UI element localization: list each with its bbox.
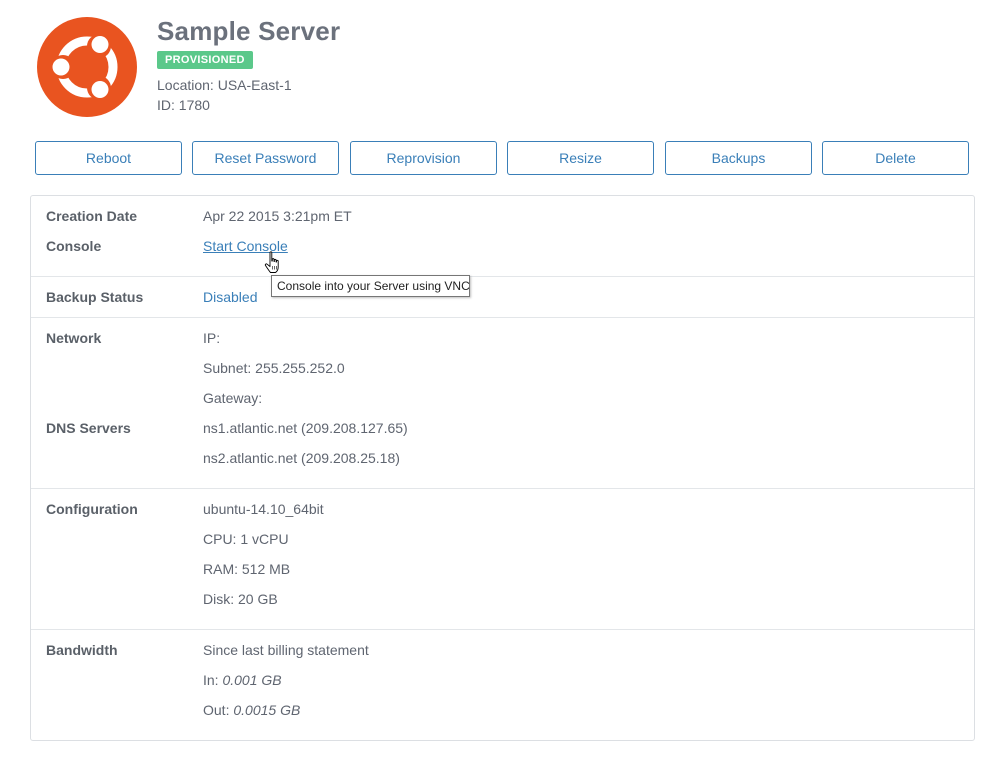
- bandwidth-label: Bandwidth: [46, 642, 118, 658]
- ubuntu-logo-icon: [37, 17, 137, 117]
- creation-date-label: Creation Date: [46, 208, 138, 224]
- divider: [31, 317, 974, 318]
- bandwidth-out-label: Out:: [203, 702, 230, 718]
- backups-button[interactable]: Backups: [665, 141, 812, 175]
- gateway-value: Gateway:: [203, 390, 263, 406]
- divider: [31, 488, 974, 489]
- bandwidth-out-value: 0.0015 GB: [233, 702, 301, 718]
- delete-button[interactable]: Delete: [822, 141, 969, 175]
- reset-password-button[interactable]: Reset Password: [192, 141, 339, 175]
- server-name: Sample Server: [157, 16, 341, 46]
- dns-servers-label: DNS Servers: [46, 420, 131, 436]
- hand-pointer-icon: [264, 251, 279, 273]
- resize-button[interactable]: Resize: [507, 141, 654, 175]
- ip-value: IP:: [203, 330, 221, 346]
- server-id: ID: 1780: [157, 97, 210, 113]
- subnet-value: Subnet: 255.255.252.0: [203, 360, 345, 376]
- status-badge: PROVISIONED: [157, 51, 253, 69]
- configuration-label: Configuration: [46, 501, 138, 517]
- backup-status-link[interactable]: Disabled: [203, 289, 257, 305]
- creation-date-value: Apr 22 2015 3:21pm ET: [203, 208, 352, 224]
- dns-server-2: ns2.atlantic.net (209.208.25.18): [203, 450, 400, 466]
- disk-value: Disk: 20 GB: [203, 591, 278, 607]
- bandwidth-in: In: 0.001 GB: [203, 672, 282, 688]
- bandwidth-since: Since last billing statement: [203, 642, 369, 658]
- dns-server-1: ns1.atlantic.net (209.208.127.65): [203, 420, 408, 436]
- console-tooltip: Console into your Server using VNC: [271, 275, 470, 297]
- bandwidth-out: Out: 0.0015 GB: [203, 702, 300, 718]
- bandwidth-in-label: In:: [203, 672, 219, 688]
- divider: [31, 276, 974, 277]
- divider: [31, 629, 974, 630]
- backup-status-label: Backup Status: [46, 289, 144, 305]
- action-toolbar: Reboot Reset Password Reprovision Resize…: [35, 141, 970, 175]
- console-label: Console: [46, 238, 102, 254]
- bandwidth-in-value: 0.001 GB: [222, 672, 282, 688]
- cpu-value: CPU: 1 vCPU: [203, 531, 289, 547]
- os-value: ubuntu-14.10_64bit: [203, 501, 324, 517]
- server-location: Location: USA-East-1: [157, 77, 292, 93]
- ram-value: RAM: 512 MB: [203, 561, 291, 577]
- reprovision-button[interactable]: Reprovision: [350, 141, 497, 175]
- reboot-button[interactable]: Reboot: [35, 141, 182, 175]
- server-details-panel: Creation Date Apr 22 2015 3:21pm ET Cons…: [30, 195, 975, 741]
- network-label: Network: [46, 330, 102, 346]
